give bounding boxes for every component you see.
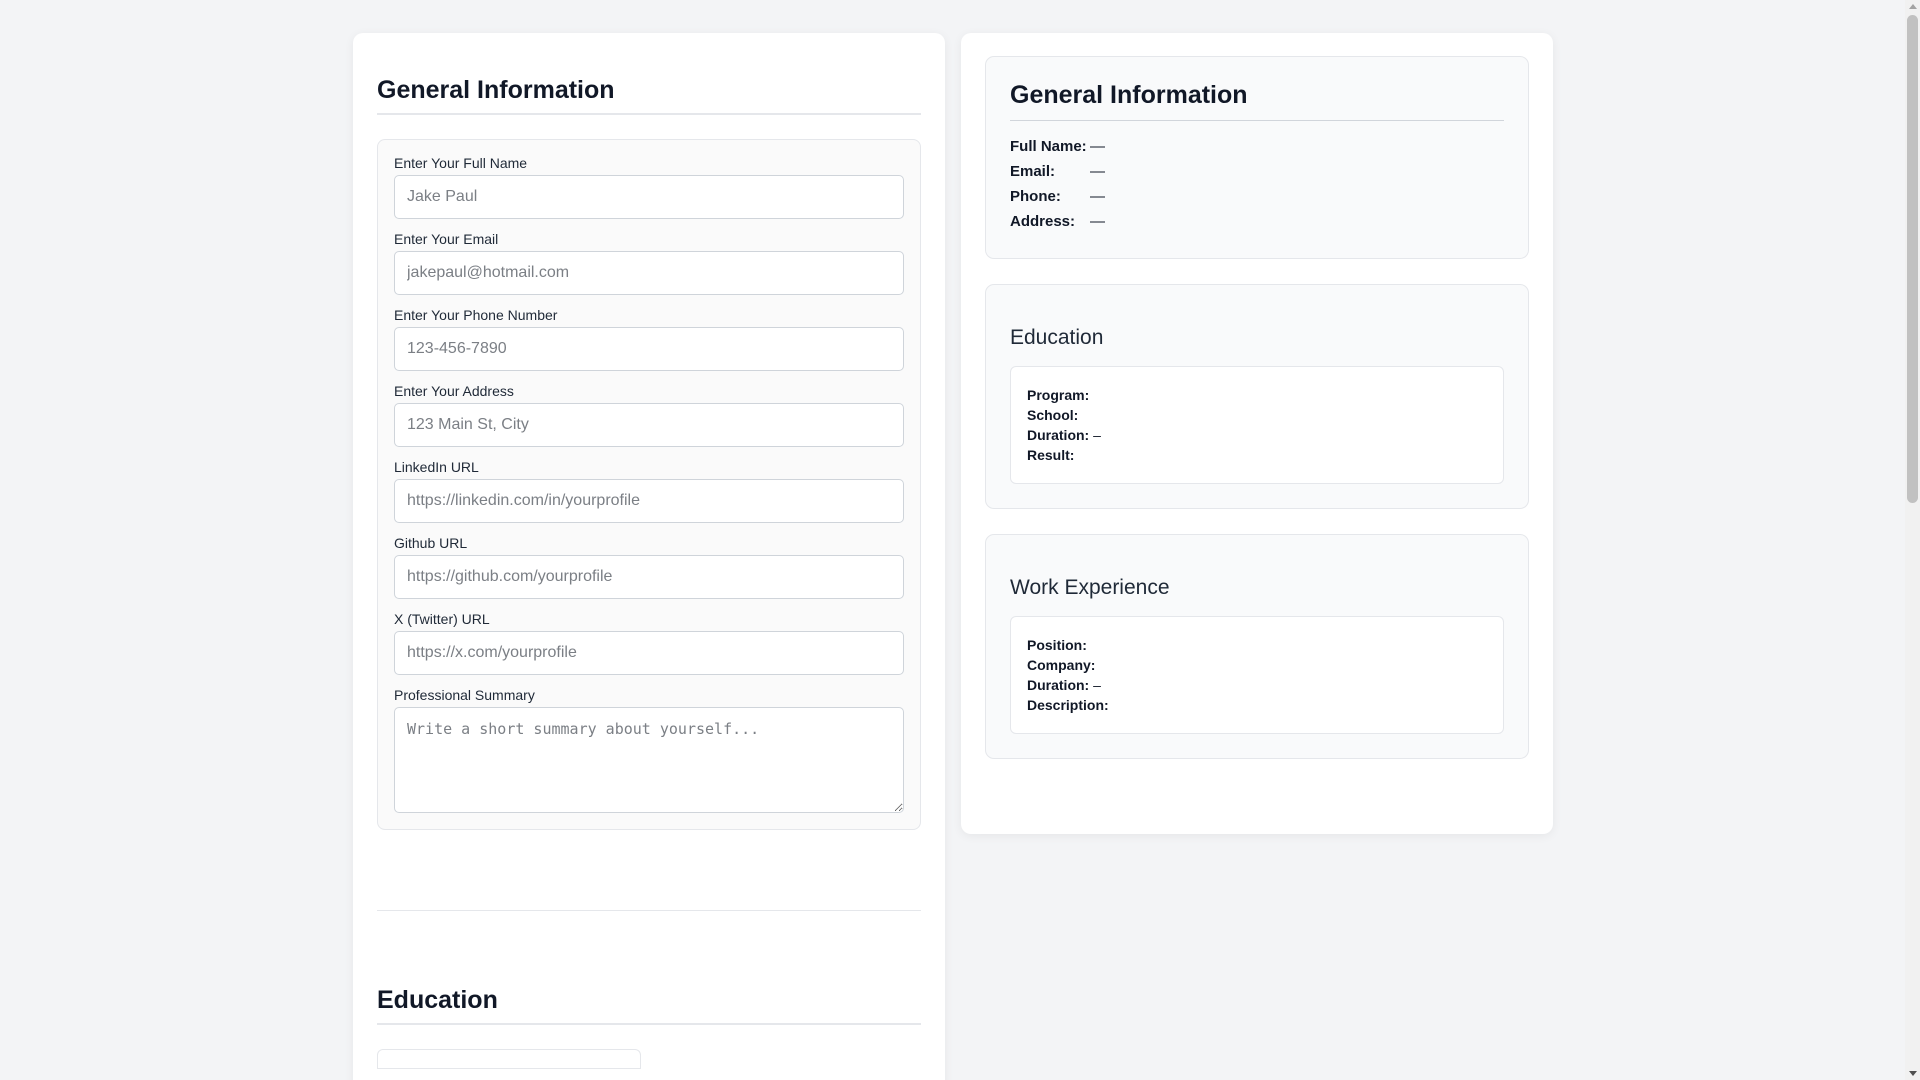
phone-label: Enter Your Phone Number (394, 307, 558, 323)
preview-program-label: Program: (1027, 387, 1090, 403)
preview-email-value: — (1090, 163, 1105, 180)
preview-school-row: School: (1027, 405, 1487, 425)
summary-field: Professional Summary (394, 687, 904, 813)
twitter-label: X (Twitter) URL (394, 611, 490, 627)
preview-work-entry: Position: Company: Duration: – Descripti… (1010, 616, 1504, 734)
preview-phone-key: Phone: (1010, 188, 1061, 205)
preview-program-row: Program: (1027, 385, 1487, 405)
general-info-field-group: Enter Your Full Name Enter Your Email En… (377, 139, 921, 830)
preview-school-label: School: (1027, 407, 1079, 423)
scroll-down-arrow-icon[interactable] (1909, 1071, 1917, 1076)
form-education-title: Education (377, 986, 921, 1025)
linkedin-label: LinkedIn URL (394, 459, 479, 475)
full-name-label: Enter Your Full Name (394, 155, 528, 171)
preview-general-table: Full Name: — Email: — Phone: — Address: … (1010, 134, 1105, 234)
resume-builder-page: General Information Enter Your Full Name… (0, 0, 1920, 1080)
email-input[interactable] (394, 251, 904, 295)
preview-general-card: General Information Full Name: — Email: … (985, 56, 1529, 259)
preview-address-row: Address: — (1010, 209, 1105, 234)
preview-work-duration-value: – (1089, 677, 1101, 693)
summary-label: Professional Summary (394, 687, 535, 703)
preview-address-value: — (1090, 213, 1105, 230)
linkedin-field: LinkedIn URL (394, 459, 904, 523)
summary-textarea[interactable] (394, 707, 904, 813)
github-input[interactable] (394, 555, 904, 599)
full-name-input[interactable] (394, 175, 904, 219)
preview-edu-duration-label: Duration: (1027, 427, 1090, 443)
email-field: Enter Your Email (394, 231, 904, 295)
preview-education-entry: Program: School: Duration: – Result: (1010, 366, 1504, 484)
preview-result-row: Result: (1027, 445, 1487, 465)
preview-edu-duration-row: Duration: – (1027, 425, 1487, 445)
form-panel: General Information Enter Your Full Name… (353, 33, 945, 1080)
preview-work-card: Work Experience Position: Company: Durat… (985, 534, 1529, 759)
form-general-info-title: General Information (377, 76, 921, 115)
preview-email-key: Email: (1010, 163, 1056, 180)
preview-full-name-key: Full Name: (1010, 138, 1087, 155)
preview-full-name-row: Full Name: — (1010, 134, 1105, 159)
preview-position-label: Position: (1027, 637, 1087, 653)
preview-email-row: Email: — (1010, 159, 1105, 184)
address-label: Enter Your Address (394, 383, 514, 399)
phone-field: Enter Your Phone Number (394, 307, 904, 371)
page-scrollbar[interactable] (1905, 0, 1920, 1080)
preview-phone-row: Phone: — (1010, 184, 1105, 209)
preview-address-key: Address: (1010, 213, 1076, 230)
github-label: Github URL (394, 535, 468, 551)
preview-result-label: Result: (1027, 447, 1075, 463)
twitter-input[interactable] (394, 631, 904, 675)
email-label: Enter Your Email (394, 231, 499, 247)
preview-edu-duration-value: – (1089, 427, 1101, 443)
preview-panel: General Information Full Name: — Email: … (961, 33, 1553, 834)
address-field: Enter Your Address (394, 383, 904, 447)
twitter-field: X (Twitter) URL (394, 611, 904, 675)
preview-work-duration-row: Duration: – (1027, 675, 1487, 695)
preview-education-card: Education Program: School: Duration: – R… (985, 284, 1529, 509)
preview-general-title: General Information (1010, 81, 1504, 121)
preview-full-name-value: — (1090, 138, 1105, 155)
scrollbar-thumb[interactable] (1907, 15, 1918, 503)
preview-work-title: Work Experience (1010, 576, 1170, 599)
phone-input[interactable] (394, 327, 904, 371)
preview-education-title: Education (1010, 326, 1104, 349)
github-field: Github URL (394, 535, 904, 599)
full-name-field: Enter Your Full Name (394, 155, 904, 219)
education-field-group-edge (377, 1049, 641, 1069)
preview-description-label: Description: (1027, 697, 1109, 713)
preview-company-row: Company: (1027, 655, 1487, 675)
preview-description-row: Description: (1027, 695, 1487, 715)
address-input[interactable] (394, 403, 904, 447)
preview-phone-value: — (1090, 188, 1105, 205)
scroll-up-arrow-icon[interactable] (1909, 4, 1917, 9)
linkedin-input[interactable] (394, 479, 904, 523)
preview-work-duration-label: Duration: (1027, 677, 1090, 693)
form-divider (377, 910, 921, 911)
preview-position-row: Position: (1027, 635, 1487, 655)
preview-company-label: Company: (1027, 657, 1096, 673)
